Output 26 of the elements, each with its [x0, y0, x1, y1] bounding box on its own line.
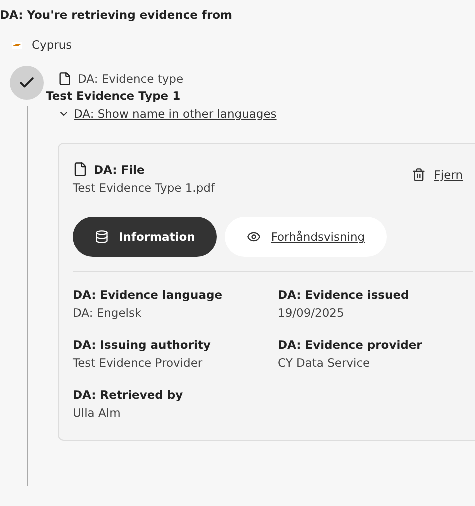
trash-icon [412, 168, 426, 182]
database-icon [95, 230, 109, 244]
field-label: DA: Evidence language [73, 288, 224, 302]
evidence-type-title: Test Evidence Type 1 [46, 89, 182, 103]
file-name: Test Evidence Type 1.pdf [73, 181, 215, 195]
field-value: DA: Engelsk [73, 306, 143, 320]
remove-link[interactable]: Fjern [412, 168, 463, 182]
field-value: Ulla Alm [73, 406, 122, 420]
document-icon [73, 162, 88, 177]
eye-icon [247, 230, 262, 244]
view-tab[interactable]: Information [73, 217, 218, 257]
view-tab[interactable]: Forhåndsvisning [225, 217, 388, 257]
field-label: DA: Evidence provider [278, 338, 424, 352]
country-name: Cyprus [32, 38, 72, 52]
field-label: DA: Evidence issued [278, 288, 410, 302]
field-value: 19/09/2025 [278, 306, 346, 320]
field-value: Test Evidence Provider [73, 356, 204, 370]
document-icon [58, 72, 72, 86]
section-heading: DA: You're retrieving evidence from [0, 8, 234, 22]
field-label: DA: Issuing authority [73, 338, 212, 352]
file-label: DA: File [94, 162, 145, 176]
flag-icon [12, 42, 22, 48]
show-names-link[interactable]: DA: Show name in other languages [58, 107, 277, 121]
step-label: DA: Evidence type [78, 72, 184, 86]
field-label: DA: Retrieved by [73, 388, 184, 402]
field-value: CY Data Service [278, 356, 372, 370]
